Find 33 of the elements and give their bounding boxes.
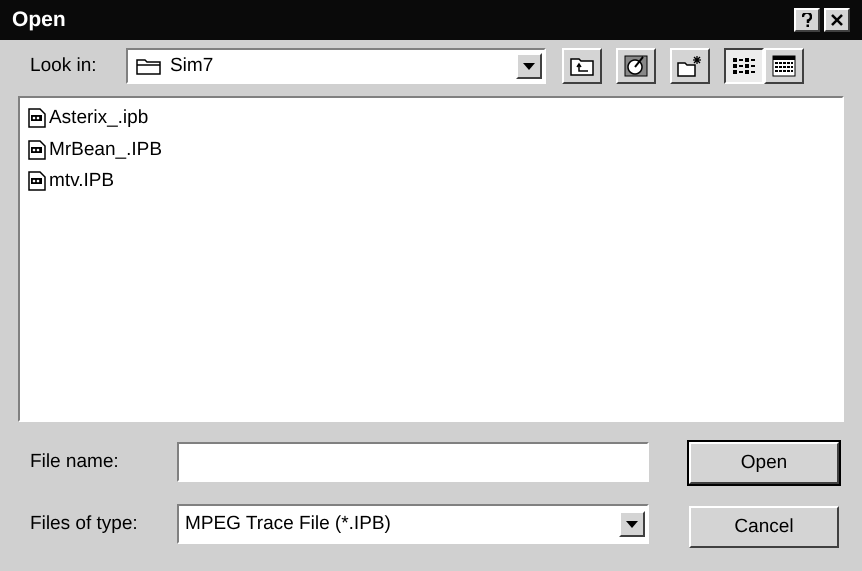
look-in-dropdown[interactable]: Sim7 [126, 48, 546, 84]
window-title: Open [12, 7, 67, 34]
list-view-icon [732, 56, 756, 76]
file-name-field[interactable] [177, 442, 649, 482]
file-item[interactable]: mtv.IPB [26, 167, 116, 196]
details-view-icon [772, 55, 796, 77]
help-button[interactable] [794, 8, 820, 32]
caret-icon [523, 62, 535, 70]
new-folder-button[interactable] [670, 48, 710, 84]
folder-icon [136, 57, 162, 75]
file-icon [28, 140, 46, 160]
dialog-button[interactable]: Cancel [689, 506, 839, 548]
list-view-button[interactable] [724, 48, 764, 84]
file-type-dropdown[interactable]: MPEG Trace File (*.IPB) [177, 504, 649, 544]
file-item[interactable]: MrBean_.IPB [26, 136, 164, 164]
dialog-button[interactable]: Open [689, 442, 839, 484]
look-in-label: Look in: [30, 54, 98, 78]
new-folder-icon [677, 55, 703, 77]
file-icon [28, 171, 46, 192]
help-icon [802, 13, 812, 27]
dropdown-button[interactable] [619, 511, 645, 537]
file-name-label: File name: [30, 450, 120, 474]
close-icon [831, 14, 843, 26]
caret-icon [626, 520, 638, 528]
close-button[interactable] [824, 8, 850, 32]
details-view-button[interactable] [764, 48, 804, 84]
dropdown-button[interactable] [516, 53, 542, 79]
desktop-button[interactable] [616, 48, 656, 84]
folder-up-icon [570, 56, 594, 76]
file-type-label: Files of type: [30, 512, 139, 536]
up-folder-button[interactable] [562, 48, 602, 84]
file-icon [28, 108, 46, 128]
file-item[interactable]: Asterix_.ipb [26, 104, 150, 132]
